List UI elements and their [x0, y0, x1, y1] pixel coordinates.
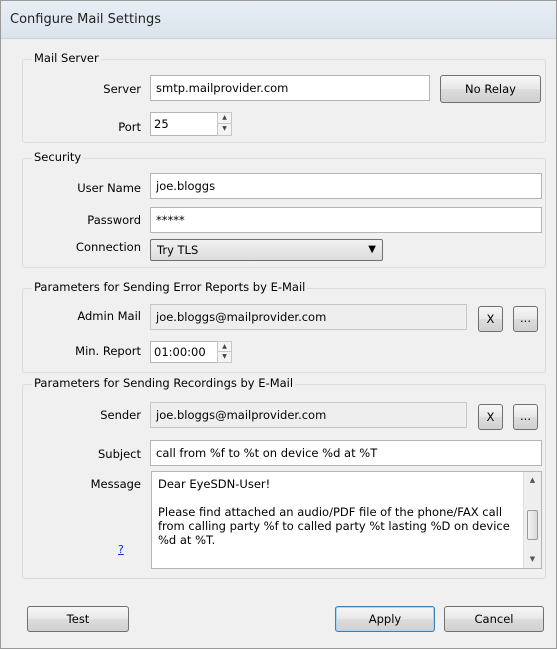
- message-line-1: Dear EyeSDN-User!: [158, 477, 271, 491]
- scroll-up-icon[interactable]: ▲: [524, 472, 541, 489]
- subject-label: Subject: [98, 447, 141, 461]
- no-relay-label: No Relay: [465, 82, 516, 96]
- error-reports-group: [22, 288, 546, 373]
- min-report-input[interactable]: 01:00:00: [150, 341, 218, 363]
- message-label: Message: [90, 477, 141, 491]
- scroll-thumb[interactable]: [527, 510, 538, 540]
- min-report-stepper[interactable]: ▲ ▼: [217, 341, 232, 363]
- message-textarea[interactable]: Dear EyeSDN-User! Please find attached a…: [151, 471, 542, 569]
- cancel-button[interactable]: Cancel: [444, 606, 544, 632]
- cancel-label: Cancel: [474, 612, 514, 626]
- username-input[interactable]: joe.bloggs: [150, 173, 542, 199]
- admin-mail-clear-label: X: [486, 312, 495, 326]
- admin-mail-browse-button[interactable]: ...: [513, 306, 538, 332]
- sender-clear-button[interactable]: X: [478, 404, 503, 430]
- admin-mail-label: Admin Mail: [77, 309, 141, 323]
- connection-value: Try TLS: [157, 243, 199, 257]
- recordings-group-title: Parameters for Sending Recordings by E-M…: [32, 376, 296, 390]
- port-input[interactable]: 25: [150, 112, 218, 136]
- min-report-down-icon[interactable]: ▼: [218, 352, 231, 362]
- mail-settings-dialog: Configure Mail Settings Mail Server Serv…: [0, 0, 557, 649]
- sender-label: Sender: [100, 408, 141, 422]
- sender-browse-label: ...: [520, 409, 531, 423]
- min-report-label: Min. Report: [75, 344, 141, 358]
- server-label: Server: [103, 82, 141, 96]
- admin-mail-field: joe.bloggs@mailprovider.com: [150, 304, 467, 330]
- port-down-icon[interactable]: ▼: [218, 124, 231, 135]
- sender-field: joe.bloggs@mailprovider.com: [150, 402, 467, 428]
- error-reports-group-title: Parameters for Sending Error Reports by …: [32, 280, 308, 294]
- test-label: Test: [66, 612, 90, 626]
- connection-select[interactable]: Try TLS ▼: [150, 239, 383, 261]
- admin-mail-clear-button[interactable]: X: [478, 306, 503, 332]
- window-title: Configure Mail Settings: [10, 12, 161, 27]
- sender-browse-button[interactable]: ...: [513, 404, 538, 430]
- username-label: User Name: [77, 181, 141, 195]
- help-link[interactable]: ?: [118, 543, 124, 556]
- password-label: Password: [87, 213, 141, 227]
- apply-label: Apply: [368, 612, 402, 626]
- server-input[interactable]: smtp.mailprovider.com: [150, 75, 430, 101]
- port-stepper[interactable]: ▲ ▼: [217, 112, 232, 136]
- title-bar[interactable]: Configure Mail Settings: [1, 1, 556, 39]
- message-scrollbar[interactable]: ▲ ▼: [523, 472, 541, 568]
- port-label: Port: [118, 120, 141, 134]
- message-line-2: Please find attached an audio/PDF file o…: [158, 505, 510, 547]
- password-input[interactable]: *****: [150, 207, 542, 233]
- mail-server-group-title: Mail Server: [32, 51, 101, 65]
- min-report-up-icon[interactable]: ▲: [218, 342, 231, 352]
- apply-button[interactable]: Apply: [335, 606, 435, 632]
- chevron-down-icon: ▼: [368, 244, 376, 255]
- no-relay-button[interactable]: No Relay: [440, 75, 541, 103]
- message-content[interactable]: Dear EyeSDN-User! Please find attached a…: [158, 477, 517, 561]
- scroll-down-icon[interactable]: ▼: [524, 551, 541, 568]
- sender-clear-label: X: [486, 410, 495, 424]
- connection-label: Connection: [75, 240, 141, 254]
- admin-mail-browse-label: ...: [520, 311, 531, 325]
- security-group-title: Security: [32, 150, 84, 164]
- subject-input[interactable]: call from %f to %t on device %d at %T: [150, 440, 542, 466]
- port-up-icon[interactable]: ▲: [218, 113, 231, 124]
- test-button[interactable]: Test: [27, 606, 129, 632]
